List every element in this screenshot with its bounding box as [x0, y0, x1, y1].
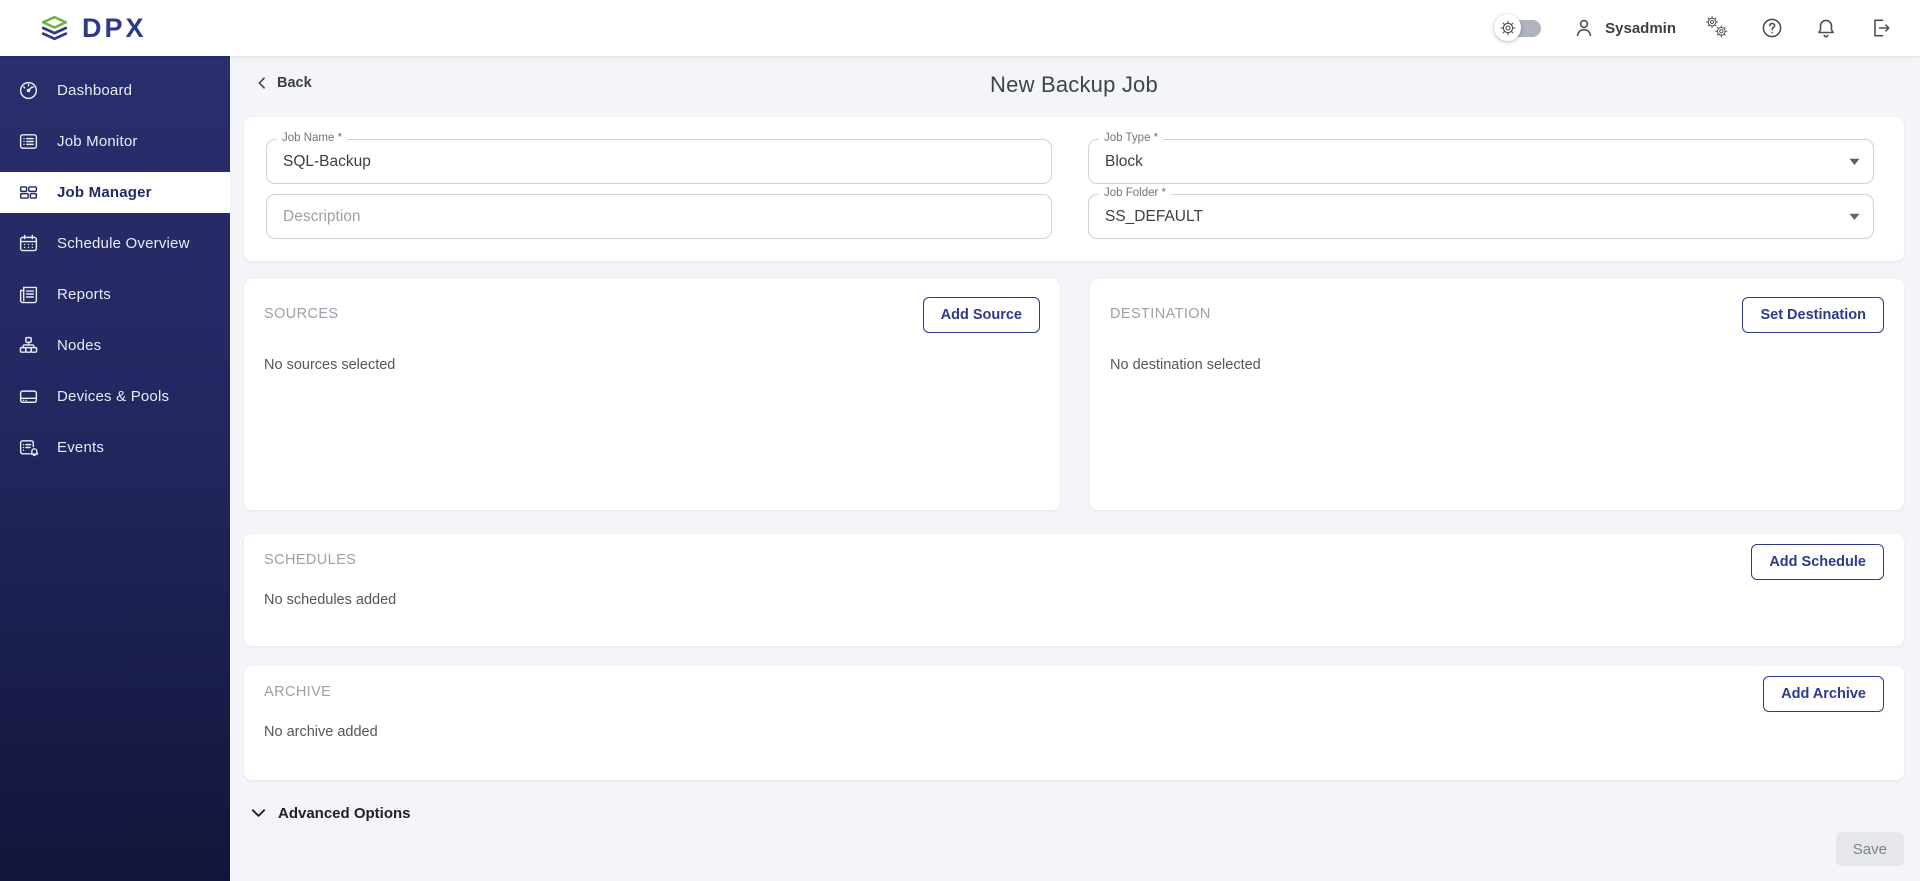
sidebar-item-label: Job Manager — [57, 184, 152, 201]
topbar-actions: Sysadmin — [1494, 14, 1892, 42]
sidebar-item-label: Schedule Overview — [57, 235, 190, 252]
nodes-icon — [17, 334, 40, 357]
sidebar-item-job-manager[interactable]: Job Manager — [0, 172, 230, 213]
save-button[interactable]: Save — [1836, 832, 1904, 866]
logout-icon[interactable] — [1868, 16, 1892, 40]
back-label: Back — [277, 75, 312, 91]
sidebar-item-label: Events — [57, 439, 104, 456]
sidebar-item-label: Reports — [57, 286, 111, 303]
description-input[interactable] — [283, 208, 1035, 226]
add-source-button[interactable]: Add Source — [923, 297, 1040, 333]
chevron-down-icon — [250, 806, 267, 821]
job-name-field[interactable]: Job Name * — [266, 139, 1052, 184]
sidebar-item-dashboard[interactable]: Dashboard — [0, 70, 230, 111]
archive-panel: ARCHIVE Add Archive No archive added — [244, 666, 1904, 780]
devices-pools-icon — [17, 385, 40, 408]
page-title: New Backup Job — [244, 66, 1904, 98]
dashboard-icon — [17, 79, 40, 102]
sidebar-item-nodes[interactable]: Nodes — [0, 325, 230, 366]
sources-panel: SOURCES Add Source No sources selected — [244, 279, 1060, 510]
sidebar-item-job-monitor[interactable]: Job Monitor — [0, 121, 230, 162]
schedules-empty-text: No schedules added — [264, 592, 1884, 608]
sources-title: SOURCES — [264, 297, 339, 322]
settings-toggle[interactable] — [1494, 14, 1542, 42]
sidebar-item-label: Job Monitor — [57, 133, 138, 150]
add-archive-button[interactable]: Add Archive — [1763, 676, 1884, 712]
advanced-options-label: Advanced Options — [278, 805, 411, 822]
help-icon[interactable] — [1760, 16, 1784, 40]
destination-panel: DESTINATION Set Destination No destinati… — [1090, 279, 1904, 510]
add-schedule-button[interactable]: Add Schedule — [1751, 544, 1884, 580]
sidebar-item-label: Dashboard — [57, 82, 132, 99]
archive-empty-text: No archive added — [264, 724, 1884, 740]
set-destination-button[interactable]: Set Destination — [1742, 297, 1884, 333]
sidebar-item-events[interactable]: Events — [0, 427, 230, 468]
sidebar-nav: Dashboard Job Monitor Job Manager — [0, 56, 230, 881]
sources-destination-row: SOURCES Add Source No sources selected D… — [244, 279, 1904, 510]
main-content: Back New Backup Job Job Name * Job Type … — [230, 56, 1920, 881]
gear-toggle-knob-icon — [1494, 14, 1521, 41]
job-manager-icon — [17, 181, 40, 204]
schedule-overview-icon — [17, 232, 40, 255]
job-details-card: Job Name * Job Type * Block Job Folder *… — [244, 117, 1904, 261]
job-type-label: Job Type * — [1099, 132, 1163, 144]
user-menu[interactable]: Sysadmin — [1572, 16, 1676, 40]
notifications-bell-icon[interactable] — [1814, 16, 1838, 40]
archive-title: ARCHIVE — [264, 676, 331, 700]
caret-down-icon — [1849, 213, 1860, 221]
reports-icon — [17, 283, 40, 306]
sources-empty-text: No sources selected — [264, 357, 1040, 373]
admin-gears-icon[interactable] — [1706, 16, 1730, 40]
user-icon — [1572, 16, 1596, 40]
sidebar-item-devices-pools[interactable]: Devices & Pools — [0, 376, 230, 417]
back-button[interactable]: Back — [255, 75, 312, 91]
app-logo: DPX — [38, 13, 147, 44]
sidebar-item-schedule-overview[interactable]: Schedule Overview — [0, 223, 230, 264]
save-row: Save — [244, 832, 1904, 866]
schedules-title: SCHEDULES — [264, 544, 356, 568]
job-monitor-icon — [17, 130, 40, 153]
top-bar: DPX Sysadmin — [0, 0, 1920, 56]
job-folder-label: Job Folder * — [1099, 187, 1171, 199]
sidebar-item-label: Nodes — [57, 337, 101, 354]
job-name-input[interactable] — [283, 153, 1035, 171]
destination-title: DESTINATION — [1110, 297, 1211, 322]
job-name-label: Job Name * — [277, 132, 347, 144]
logo-text: DPX — [82, 13, 147, 44]
page-header: Back New Backup Job — [244, 66, 1904, 106]
job-folder-value: SS_DEFAULT — [1105, 208, 1203, 226]
form-left-column: Job Name * — [266, 139, 1052, 239]
description-field[interactable] — [266, 194, 1052, 239]
events-icon — [17, 436, 40, 459]
caret-down-icon — [1849, 158, 1860, 166]
user-name: Sysadmin — [1605, 20, 1676, 37]
destination-empty-text: No destination selected — [1110, 357, 1884, 373]
form-right-column: Job Type * Block Job Folder * SS_DEFAULT — [1088, 139, 1874, 239]
job-type-value: Block — [1105, 153, 1143, 171]
chevron-left-icon — [255, 76, 268, 90]
sidebar-item-reports[interactable]: Reports — [0, 274, 230, 315]
logo-layers-icon — [38, 14, 71, 43]
job-type-select[interactable]: Job Type * Block — [1088, 139, 1874, 184]
advanced-options-toggle[interactable]: Advanced Options — [244, 805, 411, 822]
schedules-panel: SCHEDULES Add Schedule No schedules adde… — [244, 534, 1904, 646]
job-folder-select[interactable]: Job Folder * SS_DEFAULT — [1088, 194, 1874, 239]
sidebar-item-label: Devices & Pools — [57, 388, 169, 405]
